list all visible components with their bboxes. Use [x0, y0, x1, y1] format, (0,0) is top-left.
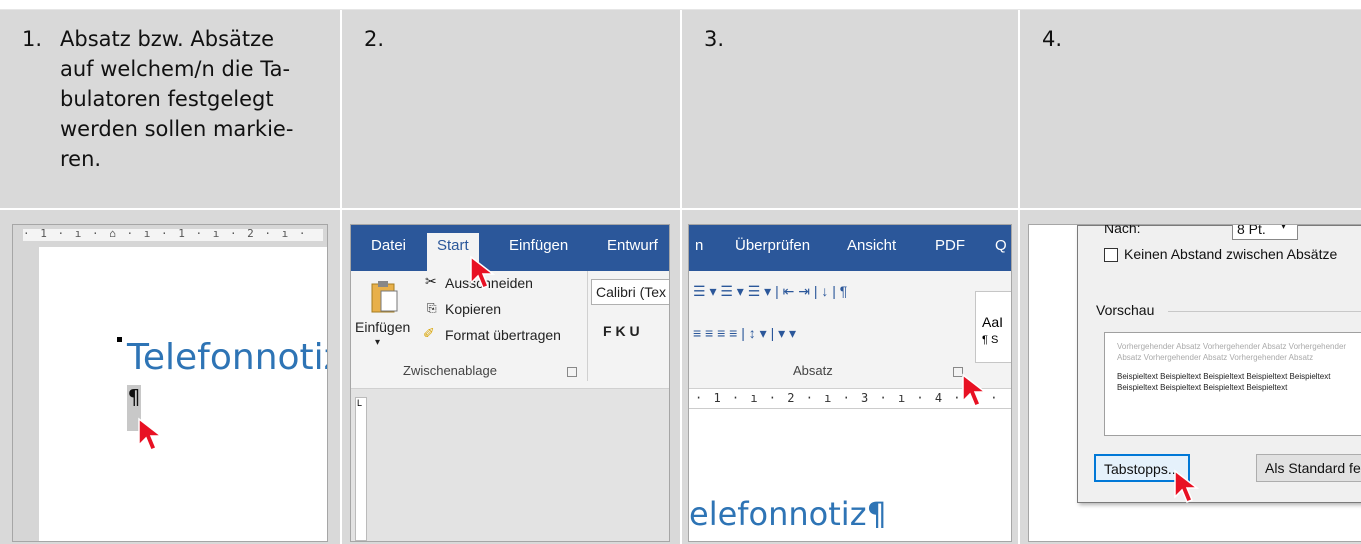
- preview-previous-paragraph: Vorhergehender Absatz Vorhergehender Abs…: [1117, 342, 1347, 362]
- step-1-screenshot: · 1 · ı · ⌂ · ı · 1 · ı · 2 · ı · Telefo…: [12, 224, 328, 542]
- paste-dropdown-icon[interactable]: ▾: [375, 337, 380, 348]
- after-label: Nach:: [1104, 224, 1141, 236]
- step-1-number: 1.: [22, 27, 43, 51]
- font-style-buttons[interactable]: F K U: [603, 323, 640, 339]
- ribbon-tab-bar: n Überprüfen Ansicht PDF Q: [689, 225, 1011, 271]
- step-1-screenshot-cell: · 1 · ı · ⌂ · ı · 1 · ı · 2 · ı · Telefo…: [0, 210, 340, 544]
- step-4-screenshot: Nach: 8 Pt. ▾ Keinen Abstand zwischen Ab…: [1028, 224, 1361, 542]
- tab-selector-icon[interactable]: L: [357, 398, 362, 408]
- mouse-pointer-icon: [470, 255, 496, 289]
- mouse-pointer-icon: [962, 373, 988, 407]
- paragraph-group-label: Absatz: [793, 363, 833, 378]
- step-3-screenshot: n Überprüfen Ansicht PDF Q ☰ ▾ ☰ ▾ ☰ ▾ |…: [688, 224, 1012, 542]
- preview-label: Vorschau: [1096, 302, 1155, 318]
- instruction-table: 1. Absatz bzw. Absätze auf welchem/n die…: [0, 10, 1361, 544]
- step-3-screenshot-cell: n Überprüfen Ansicht PDF Q ☰ ▾ ☰ ▾ ☰ ▾ |…: [682, 210, 1018, 544]
- paragraph-dialog: Nach: 8 Pt. ▾ Keinen Abstand zwischen Ab…: [1077, 225, 1361, 503]
- step-3-cell: 3.: [682, 10, 1018, 208]
- mouse-pointer-icon: [1174, 469, 1200, 503]
- mouse-pointer-icon: [138, 417, 164, 451]
- heading-text[interactable]: elefonnotiz¶: [689, 495, 887, 533]
- ribbon-tab-bar: Datei Start Einfügen Entwurf: [351, 225, 669, 271]
- clipboard-launcher-icon[interactable]: [567, 367, 577, 377]
- format-painter-icon: ✐: [423, 325, 435, 341]
- preview-box: Vorhergehender Absatz Vorhergehender Abs…: [1104, 332, 1361, 436]
- step-1-text: Absatz bzw. Absätze auf welchem/n die Ta…: [60, 27, 294, 171]
- format-painter-button[interactable]: Format übertragen: [445, 327, 561, 343]
- copy-icon: ⎘: [427, 301, 437, 315]
- spin-down-icon[interactable]: ▾: [1281, 225, 1286, 232]
- tab-datei[interactable]: Datei: [371, 237, 406, 254]
- step-4-number: 4.: [1042, 27, 1063, 51]
- page-top-edge: [0, 0, 1361, 10]
- step-3-number: 3.: [704, 27, 725, 51]
- lightbulb-icon[interactable]: Q: [995, 237, 1007, 254]
- copy-button[interactable]: Kopieren: [445, 301, 501, 317]
- style-sample: AaI: [982, 314, 1004, 330]
- tab-pdf[interactable]: PDF: [935, 237, 965, 254]
- tab-ueberpruefen[interactable]: Überprüfen: [735, 237, 810, 254]
- step-4-screenshot-cell: Nach: 8 Pt. ▾ Keinen Abstand zwischen Ab…: [1020, 210, 1361, 544]
- step-1-cell: 1. Absatz bzw. Absätze auf welchem/n die…: [0, 10, 340, 208]
- tab-partial[interactable]: n: [695, 237, 703, 254]
- clipboard-group-label: Zwischenablage: [403, 363, 497, 378]
- alignment-buttons[interactable]: ≡ ≡ ≡ ≡ | ↕ ▾ | ▾ ▾: [693, 325, 796, 342]
- step-2-screenshot-cell: Datei Start Einfügen Entwurf Einfügen ▾ …: [342, 210, 680, 544]
- set-default-button[interactable]: Als Standard fe: [1256, 454, 1361, 482]
- tab-einfuegen[interactable]: Einfügen: [509, 237, 568, 254]
- document-area: L: [351, 389, 669, 541]
- style-name: ¶ S: [982, 334, 999, 346]
- font-name-box[interactable]: Calibri (Tex: [591, 279, 669, 305]
- step-4-cell: 4.: [1020, 10, 1361, 208]
- heading-text[interactable]: Telefonnotiz: [127, 337, 327, 378]
- ribbon-start: ☰ ▾ ☰ ▾ ☰ ▾ | ⇤ ⇥ | ↓ | ¶ ≡ ≡ ≡ ≡ | ↕ ▾ …: [689, 271, 1011, 389]
- list-buttons[interactable]: ☰ ▾ ☰ ▾ ☰ ▾ | ⇤ ⇥ | ↓ | ¶: [693, 283, 847, 300]
- tab-ansicht[interactable]: Ansicht: [847, 237, 896, 254]
- after-spin-field[interactable]: 8 Pt. ▾: [1232, 224, 1298, 240]
- font-name-value: Calibri (Tex: [596, 284, 667, 300]
- paste-button[interactable]: Einfügen: [355, 319, 410, 335]
- vertical-ruler: L: [355, 397, 367, 541]
- preview-sample-text: Beispieltext Beispieltext Beispieltext B…: [1117, 372, 1331, 392]
- no-space-label: Keinen Abstand zwischen Absätze: [1124, 246, 1338, 262]
- step-2-screenshot: Datei Start Einfügen Entwurf Einfügen ▾ …: [350, 224, 670, 542]
- ribbon-start: Einfügen ▾ ✂ Ausschneiden ⎘ Kopieren ✐ F…: [351, 271, 669, 389]
- scissors-icon: ✂: [425, 273, 437, 289]
- page-margin: [13, 247, 39, 541]
- no-space-checkbox[interactable]: [1104, 248, 1118, 262]
- horizontal-ruler[interactable]: · 1 · ı · ⌂ · ı · 1 · ı · 2 · ı ·: [13, 225, 327, 247]
- step-2-number: 2.: [364, 27, 385, 51]
- after-value: 8 Pt.: [1237, 224, 1266, 237]
- step-2-cell: 2.: [342, 10, 680, 208]
- bullet-icon: [117, 337, 122, 342]
- ruler-marks: · 1 · ı · ⌂ · ı · 1 · ı · 2 · ı ·: [23, 227, 308, 240]
- tab-entwurf[interactable]: Entwurf: [607, 237, 658, 254]
- clipboard-icon: [371, 281, 398, 313]
- styles-gallery[interactable]: AaI ¶ S: [975, 291, 1011, 363]
